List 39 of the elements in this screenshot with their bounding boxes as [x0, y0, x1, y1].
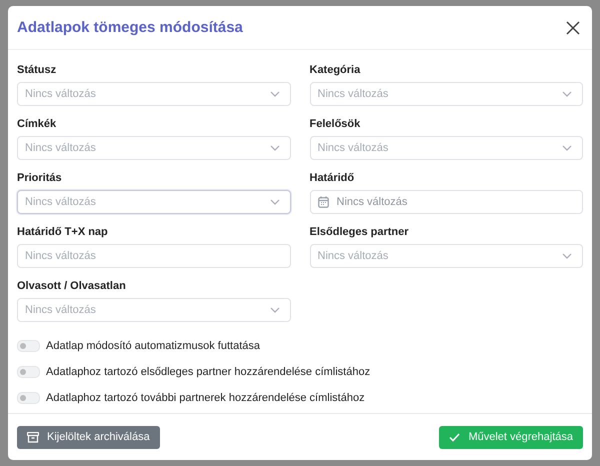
toggle-label: Adatlap módosító automatizmusok futtatása	[46, 340, 260, 352]
select-field[interactable]: Nincs változás	[310, 244, 583, 268]
select-field[interactable]: Nincs változás	[17, 82, 290, 106]
field-label: Határidő T+X nap	[17, 225, 109, 240]
select-field[interactable]: Nincs változás	[17, 298, 290, 322]
toggle-switch[interactable]	[17, 366, 40, 378]
toggle-label: Adatlaphoz tartozó elsődleges partner hozzárendelése címlistához	[46, 366, 370, 378]
chevron-down-icon	[562, 253, 572, 259]
chevron-down-icon	[270, 199, 280, 205]
toggle-label: Adatlaphoz tartozó további partnerek hozzárendelése címlistához	[46, 392, 365, 404]
chevron-down-icon	[270, 307, 280, 313]
select-field[interactable]: Nincs változás	[17, 190, 290, 214]
field-label: Olvasott / Olvasatlan	[17, 279, 127, 294]
chevron-down-icon	[562, 91, 572, 97]
checkmark-icon	[449, 432, 460, 442]
field-label: Prioritás	[17, 171, 63, 186]
field-label: Elsődleges partner	[310, 225, 410, 240]
chevron-down-icon	[270, 91, 280, 97]
field-label: Státusz	[17, 63, 58, 78]
field-label: Határidő	[310, 171, 356, 186]
chevron-down-icon	[562, 145, 572, 151]
toggle-switch[interactable]	[17, 340, 40, 352]
archive-button[interactable]: Kijelöltek archiválása	[17, 426, 160, 448]
select-field[interactable]: Nincs változás	[310, 136, 583, 160]
archive-box-icon	[27, 432, 39, 442]
close-icon	[566, 20, 580, 34]
close-button[interactable]	[564, 18, 582, 36]
dialog-title: Adatlapok tömeges módosítása	[17, 19, 243, 36]
calendar-icon	[318, 196, 328, 208]
toggle-switch[interactable]	[17, 392, 40, 404]
chevron-down-icon	[270, 145, 280, 151]
field-label: Címkék	[17, 117, 58, 132]
input-field[interactable]: Nincs változás	[17, 244, 290, 268]
date-field[interactable]: Nincs változás	[310, 190, 583, 214]
select-field[interactable]: Nincs változás	[310, 82, 583, 106]
field-label: Felelősök	[310, 117, 362, 132]
select-field[interactable]: Nincs változás	[17, 136, 290, 160]
field-label: Kategória	[310, 63, 362, 78]
submit-button[interactable]: Művelet végrehajtása	[439, 426, 583, 448]
